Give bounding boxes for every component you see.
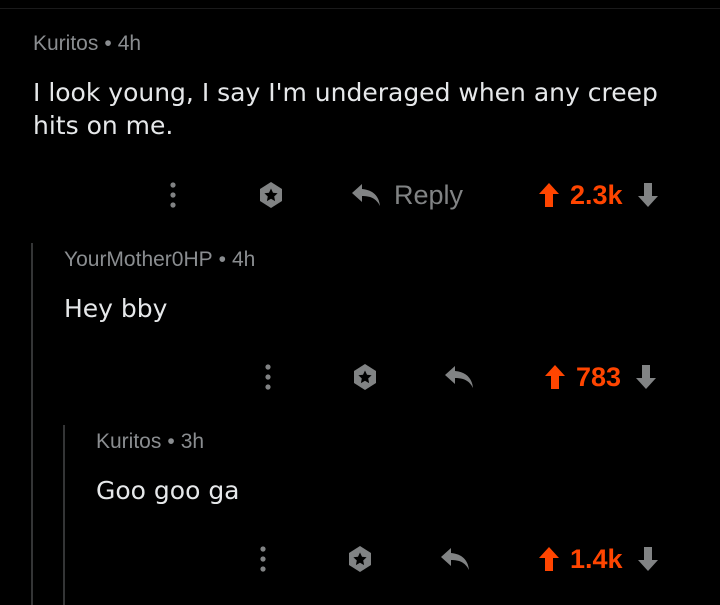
header-divider	[0, 8, 720, 9]
comment-body: Goo goo ga	[96, 476, 240, 505]
reply-button[interactable]	[439, 539, 471, 579]
more-vertical-icon	[265, 364, 271, 390]
award-icon	[354, 364, 376, 390]
upvote-arrow-icon[interactable]	[538, 182, 560, 208]
comment-time: 4h	[232, 248, 256, 271]
comment-actions: Reply 2.3k	[0, 175, 720, 215]
award-button[interactable]	[255, 175, 287, 215]
comment-time: 3h	[180, 430, 205, 453]
vote-score: 1.4k	[570, 543, 623, 574]
comment-author[interactable]: Kuritos	[96, 430, 161, 453]
meta-separator: •	[104, 32, 112, 55]
comment-meta: Kuritos • 4h	[33, 32, 141, 56]
downvote-arrow-icon[interactable]	[637, 182, 659, 208]
comment-time: 4h	[117, 32, 142, 55]
meta-separator: •	[167, 430, 175, 453]
more-options-button[interactable]	[253, 539, 273, 579]
more-options-button[interactable]	[258, 357, 278, 397]
vote-score: 783	[576, 361, 622, 392]
award-icon	[349, 546, 371, 572]
comment-body: Hey bby	[64, 294, 168, 323]
reply-label: Reply	[394, 179, 464, 210]
award-button[interactable]	[344, 539, 376, 579]
award-icon	[260, 182, 282, 208]
comment-author[interactable]: YourMother0HP	[64, 248, 213, 271]
reply-button[interactable]: Reply	[350, 175, 463, 215]
comment-meta: YourMother0HP • 4h	[64, 248, 255, 272]
more-options-button[interactable]	[163, 175, 183, 215]
vote-controls: 1.4k	[538, 539, 659, 579]
award-button[interactable]	[349, 357, 381, 397]
comment-meta: Kuritos • 3h	[96, 430, 204, 454]
meta-separator: •	[218, 248, 226, 271]
reply-arrow-icon	[445, 366, 473, 388]
vote-score: 2.3k	[570, 179, 623, 210]
comment-author[interactable]: Kuritos	[33, 32, 98, 55]
comment-actions: 1.4k	[0, 539, 720, 579]
vote-controls: 2.3k	[538, 175, 659, 215]
vote-controls: 783	[544, 357, 657, 397]
downvote-arrow-icon[interactable]	[637, 546, 659, 572]
upvote-arrow-icon[interactable]	[544, 364, 566, 390]
comment-actions: 783	[0, 357, 720, 397]
more-vertical-icon	[260, 546, 266, 572]
upvote-arrow-icon[interactable]	[538, 546, 560, 572]
more-vertical-icon	[170, 182, 176, 208]
reply-arrow-icon	[352, 184, 380, 206]
downvote-arrow-icon[interactable]	[635, 364, 657, 390]
reply-button[interactable]	[443, 357, 475, 397]
comment-body: I look young, I say I'm underaged when a…	[33, 78, 658, 140]
reply-arrow-icon	[441, 548, 469, 570]
